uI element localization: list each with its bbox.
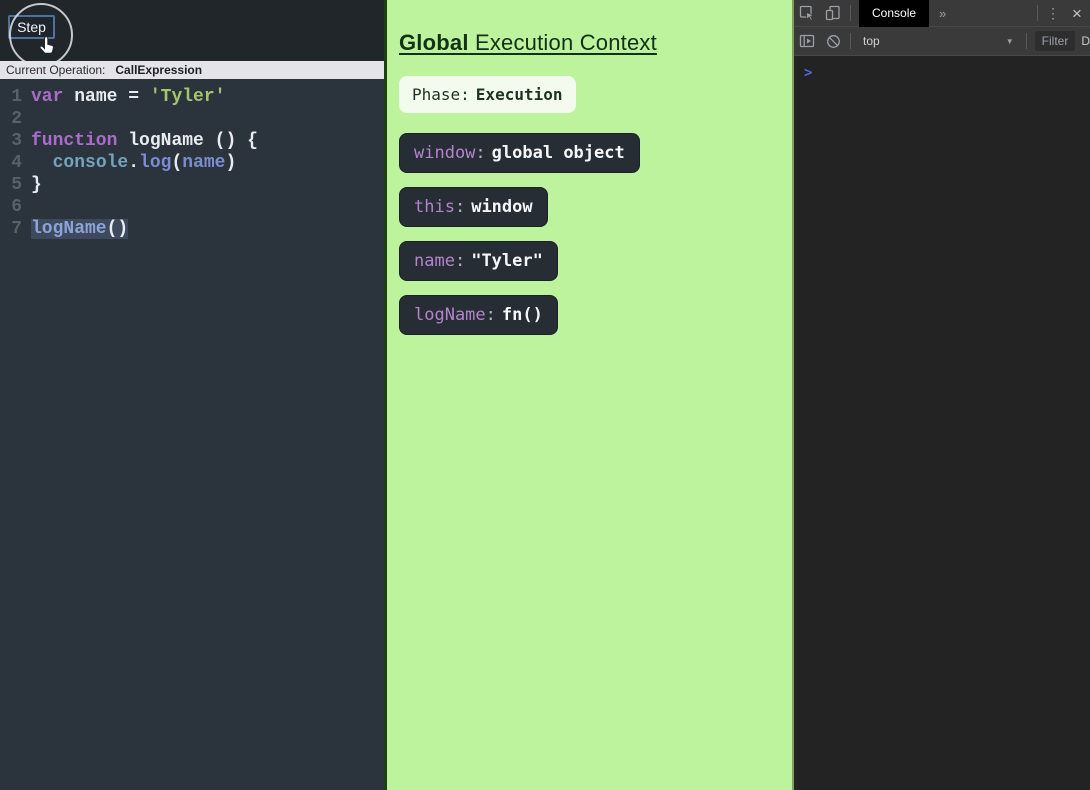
devtools-panel: Console » ⋮ × top ▼ Filter D >	[794, 0, 1090, 790]
clear-console-icon	[826, 34, 840, 48]
variable-value: "Tyler"	[471, 251, 543, 271]
code-line: 3 function logName () {	[8, 130, 384, 152]
hand-cursor-icon	[39, 36, 54, 54]
code-line: 5}	[8, 174, 384, 196]
variable-badge: this: window	[399, 187, 548, 227]
code-line-content: function logName () {	[31, 131, 258, 151]
code-area[interactable]: 1 var name = 'Tyler' 2 3 function logName ()…	[0, 79, 384, 790]
variable-value: fn()	[501, 305, 543, 325]
editor-header: Step	[0, 0, 384, 67]
code-line: 7 logName()	[8, 218, 384, 240]
step-button[interactable]: Step	[8, 15, 55, 39]
variable-key: name	[414, 251, 455, 271]
log-levels-dropdown[interactable]: D	[1081, 34, 1090, 48]
variable-badge: logName: fn()	[399, 295, 558, 335]
toolbar-divider	[850, 5, 851, 21]
variable-colon: :	[475, 143, 486, 163]
line-number: 3	[11, 131, 22, 151]
line-number: 2	[11, 109, 22, 129]
devtools-menu-button[interactable]: ⋮	[1042, 5, 1064, 22]
variable-value: window	[471, 197, 533, 217]
tab-console[interactable]: Console	[859, 0, 930, 27]
code-line: 2	[8, 108, 384, 130]
phase-value: Execution	[475, 85, 563, 104]
javascript-context-selector[interactable]: top	[863, 34, 880, 48]
variable-badge: name: "Tyler"	[399, 241, 558, 281]
code-line: 4 console.log(name)	[8, 152, 384, 174]
app-window: Step Current Operation: CallExpression 1…	[0, 0, 1090, 790]
variable-key: logName	[414, 305, 486, 325]
code-line: 6	[8, 196, 384, 218]
clear-console-button[interactable]	[820, 27, 846, 55]
phase-label: Phase:	[412, 85, 470, 104]
code-line-content: logName()	[31, 219, 129, 239]
context-title: Global Execution Context	[399, 30, 780, 56]
toolbar-divider	[1037, 5, 1038, 21]
phase-badge: Phase: Execution	[399, 76, 576, 113]
console-filter-input[interactable]: Filter	[1034, 31, 1076, 51]
variable-colon: :	[454, 197, 466, 217]
code-line-content: console.log(name)	[52, 153, 237, 173]
code-line: 1 var name = 'Tyler'	[8, 86, 384, 108]
device-toolbar-icon	[825, 5, 840, 21]
variable-colon: :	[485, 305, 496, 325]
variable-colon: :	[454, 251, 466, 271]
line-number: 4	[11, 153, 22, 173]
current-operation-label: Current Operation:	[6, 63, 106, 77]
toolbar-divider	[1025, 33, 1027, 49]
devtools-tab-bar: Console » ⋮ ×	[794, 0, 1090, 27]
line-number: 5	[11, 175, 22, 195]
variable-key: this	[414, 197, 455, 217]
variable-value: global object	[491, 143, 625, 163]
context-title-scope: Global	[399, 30, 469, 55]
code-line-content: var name = 'Tyler'	[31, 87, 226, 107]
variable-badge: window: global object	[399, 133, 640, 173]
context-title-rest: Execution Context	[468, 30, 657, 55]
variables-list: window: global object this: window name: "Tyl…	[399, 133, 780, 335]
devtools-close-button[interactable]: ×	[1064, 5, 1090, 22]
execution-context-panel: Global Execution Context Phase: Execution…	[384, 0, 794, 790]
more-tabs-button[interactable]: »	[929, 6, 956, 21]
current-operation-bar: Current Operation: CallExpression	[0, 61, 384, 79]
console-sidebar-icon	[799, 34, 815, 48]
device-toolbar-button[interactable]	[820, 0, 846, 26]
context-selector-caret-icon[interactable]: ▼	[1006, 37, 1014, 46]
inspect-element-button[interactable]	[794, 0, 820, 26]
inspect-element-icon	[799, 5, 815, 21]
toolbar-divider	[850, 33, 851, 49]
line-number: 1	[11, 87, 22, 107]
console-output-area[interactable]: >	[794, 56, 1090, 790]
variable-key: window	[414, 143, 476, 163]
console-prompt-icon[interactable]: >	[804, 65, 812, 81]
code-line-content: }	[31, 175, 42, 195]
code-editor-pane: Step Current Operation: CallExpression 1…	[0, 0, 384, 790]
current-operation-value: CallExpression	[115, 63, 203, 77]
line-number: 6	[11, 197, 22, 217]
console-sidebar-button[interactable]	[794, 27, 820, 55]
console-toolbar: top ▼ Filter D	[794, 27, 1090, 56]
line-number: 7	[11, 219, 22, 239]
